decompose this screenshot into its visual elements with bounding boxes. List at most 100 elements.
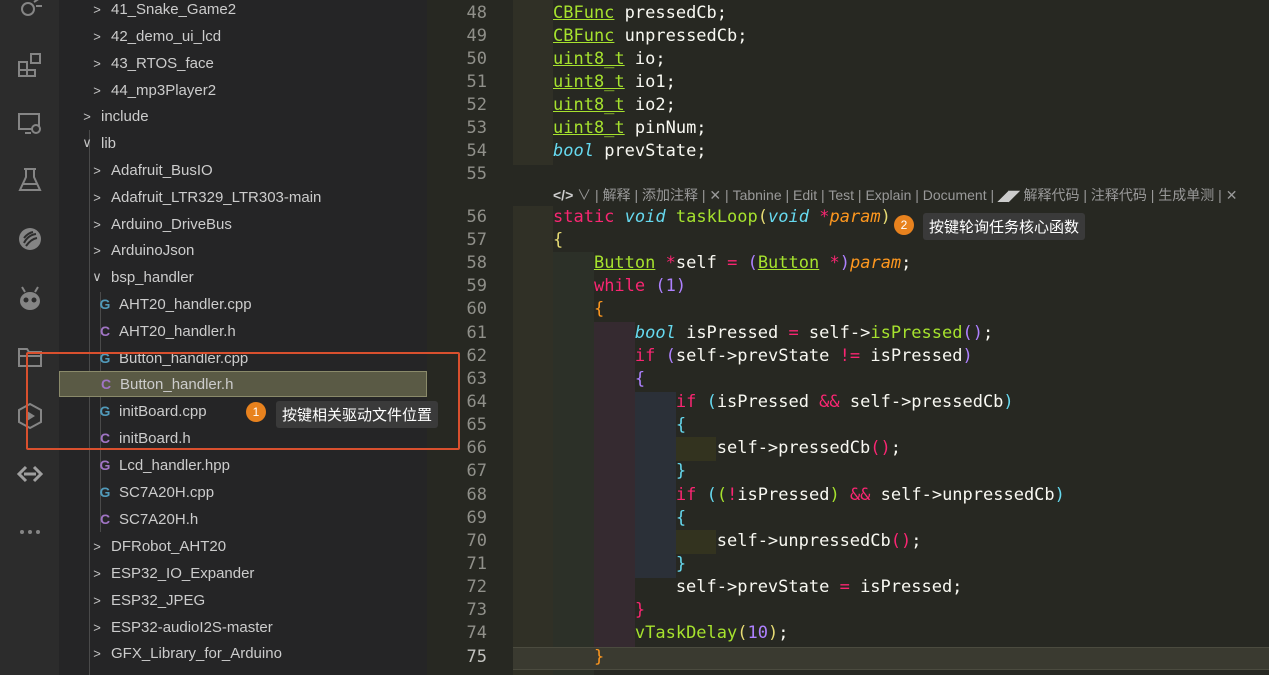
code-line[interactable]: uint8_t io2; xyxy=(553,94,676,117)
code-line[interactable]: self->prevState = isPressed; xyxy=(553,576,963,599)
codelens-gen-tests[interactable]: 生成单测 xyxy=(1158,187,1214,203)
tree-item-41-snake-game2[interactable]: >41_Snake_Game2 xyxy=(59,0,427,22)
annotation-callout-1: 按键相关驱动文件位置 xyxy=(276,401,439,428)
code-line[interactable]: } xyxy=(553,553,686,576)
code-line[interactable]: Button *self = (Button *)param; xyxy=(553,252,911,275)
codelens-tabnine[interactable]: Tabnine xyxy=(733,187,782,203)
chevron-down-icon: ∨ xyxy=(92,269,102,284)
codelens-test[interactable]: Test xyxy=(828,187,854,203)
tree-item-lcd-handler-hpp[interactable]: G Lcd_handler.hpp xyxy=(59,452,427,478)
code-line[interactable]: static void taskLoop(void *param) xyxy=(553,206,891,229)
chevron-right-icon: > xyxy=(93,645,101,661)
tree-item-aht20-handler-cpp[interactable]: G AHT20_handler.cpp xyxy=(59,291,427,317)
tree-item-adafruit-ltr329[interactable]: > Adafruit_LTR329_LTR303-main xyxy=(59,184,427,210)
chevron-right-icon: > xyxy=(93,82,101,98)
codelens-explain-code[interactable]: 解释代码 xyxy=(1023,187,1079,203)
annotation-badge-2: 2 xyxy=(894,215,914,235)
cpp-file-icon: G xyxy=(99,484,111,500)
codelens-document[interactable]: Document xyxy=(923,187,987,203)
code-line[interactable]: CBFunc unpressedCb; xyxy=(553,25,747,48)
platformio-icon[interactable] xyxy=(0,219,59,259)
codelens-explain[interactable]: Explain xyxy=(865,187,911,203)
chevron-right-icon: > xyxy=(93,619,101,635)
tabnine-icon[interactable] xyxy=(0,454,59,494)
tree-item-arduinojson[interactable]: > ArduinoJson xyxy=(59,237,427,263)
ai-logo-icon: ◢◤ xyxy=(998,187,1020,203)
tree-item-dfrobot-aht20[interactable]: > DFRobot_AHT20 xyxy=(59,533,427,559)
codelens-comment-code[interactable]: 注释代码 xyxy=(1091,187,1147,203)
tree-item-esp32-jpeg[interactable]: > ESP32_JPEG xyxy=(59,587,427,613)
code-editor[interactable]: 48 49 50 51 52 53 54 55 56 57 58 59 60 6… xyxy=(427,0,1269,675)
code-line[interactable]: if ((!isPressed) && self->unpressedCb) xyxy=(553,484,1065,507)
tree-item-44-mp3player2[interactable]: >44_mp3Player2 xyxy=(59,77,427,103)
codelens-edit[interactable]: Edit xyxy=(793,187,817,203)
code-line[interactable]: self->pressedCb(); xyxy=(553,437,901,460)
code-line[interactable]: uint8_t pinNum; xyxy=(553,117,707,140)
tabnine-icon[interactable]: </> xyxy=(553,187,573,203)
chevron-down-icon[interactable]: ∨ xyxy=(577,187,591,203)
tree-item-include[interactable]: > include xyxy=(59,103,427,129)
tree-item-esp32-io-expander[interactable]: > ESP32_IO_Expander xyxy=(59,560,427,586)
codelens-explain-cn[interactable]: 解释 xyxy=(603,187,631,203)
code-line[interactable]: uint8_t io1; xyxy=(553,71,676,94)
codelens-add-comment[interactable]: 添加注释 xyxy=(642,187,698,203)
code-line[interactable]: CBFunc pressedCb; xyxy=(553,2,727,25)
close-icon[interactable]: ✕ xyxy=(1226,187,1238,203)
line-number: 48 xyxy=(466,3,487,23)
chevron-right-icon: > xyxy=(93,189,101,205)
debug-icon[interactable] xyxy=(0,0,59,28)
code-line-active[interactable]: } xyxy=(553,646,604,669)
chevron-right-icon: > xyxy=(93,565,101,581)
code-line[interactable]: bool isPressed = self->isPressed(); xyxy=(553,322,993,345)
codelens-bar: </> ∨ | 解释 | 添加注释 | ✕ | Tabnine | Edit |… xyxy=(553,187,1238,203)
line-number: 53 xyxy=(466,118,487,138)
line-number: 59 xyxy=(466,276,487,296)
chevron-down-icon: ∨ xyxy=(82,135,92,150)
chevron-right-icon: > xyxy=(93,55,101,71)
tree-item-gfx-library[interactable]: > GFX_Library_for_Arduino xyxy=(59,640,427,666)
code-line[interactable]: { xyxy=(553,507,686,530)
more-icon[interactable] xyxy=(0,512,59,552)
line-number: 72 xyxy=(466,577,487,597)
remote-explorer-icon[interactable] xyxy=(0,103,59,143)
code-line[interactable]: self->unpressedCb(); xyxy=(553,530,922,553)
tree-item-43-rtos-face[interactable]: >43_RTOS_face xyxy=(59,50,427,76)
code-line[interactable]: } xyxy=(553,599,645,622)
annotation-callout-2: 按键轮询任务核心函数 xyxy=(923,213,1086,240)
code-line[interactable]: { xyxy=(553,414,686,437)
tree-item-esp32-audioi2s[interactable]: > ESP32-audioI2S-master xyxy=(59,614,427,640)
chevron-right-icon: > xyxy=(93,538,101,554)
c-header-file-icon: C xyxy=(99,511,111,527)
tree-item-42-demo-ui-lcd[interactable]: >42_demo_ui_lcd xyxy=(59,23,427,49)
tree-item-bsp-handler[interactable]: ∨ bsp_handler xyxy=(59,264,427,290)
code-line[interactable]: while (1) xyxy=(553,275,686,298)
indent-band xyxy=(513,206,553,675)
tree-item-sc7a20h-h[interactable]: C SC7A20H.h xyxy=(59,506,427,532)
code-line[interactable]: } xyxy=(553,460,686,483)
tree-item-sc7a20h-cpp[interactable]: G SC7A20H.cpp xyxy=(59,479,427,505)
code-line[interactable]: { xyxy=(553,298,604,321)
tree-item-adafruit-busio[interactable]: > Adafruit_BusIO xyxy=(59,157,427,183)
line-number: 49 xyxy=(466,26,487,46)
code-line[interactable]: vTaskDelay(10); xyxy=(553,622,789,645)
line-number: 73 xyxy=(466,600,487,620)
code-line[interactable]: { xyxy=(553,368,645,391)
line-number: 60 xyxy=(466,299,487,319)
code-line[interactable]: uint8_t io; xyxy=(553,48,666,71)
code-line[interactable]: if (isPressed && self->pressedCb) xyxy=(553,391,1014,414)
tree-item-aht20-handler-h[interactable]: C AHT20_handler.h xyxy=(59,318,427,344)
chevron-right-icon: > xyxy=(93,162,101,178)
testing-icon[interactable] xyxy=(0,160,59,200)
line-number: 58 xyxy=(466,253,487,273)
code-line[interactable]: bool prevState; xyxy=(553,140,707,163)
annotation-badge-1: 1 xyxy=(246,402,266,422)
alien-icon[interactable] xyxy=(0,279,59,319)
close-icon[interactable]: ✕ xyxy=(709,187,721,203)
code-line[interactable]: if (self->prevState != isPressed) xyxy=(553,345,973,368)
chevron-right-icon: > xyxy=(93,216,101,232)
line-number: 54 xyxy=(466,141,487,161)
extensions-icon[interactable] xyxy=(0,45,59,85)
code-line[interactable]: { xyxy=(553,229,563,252)
tree-item-lib[interactable]: ∨ lib xyxy=(59,130,427,156)
tree-item-arduino-drivebus[interactable]: > Arduino_DriveBus xyxy=(59,211,427,237)
